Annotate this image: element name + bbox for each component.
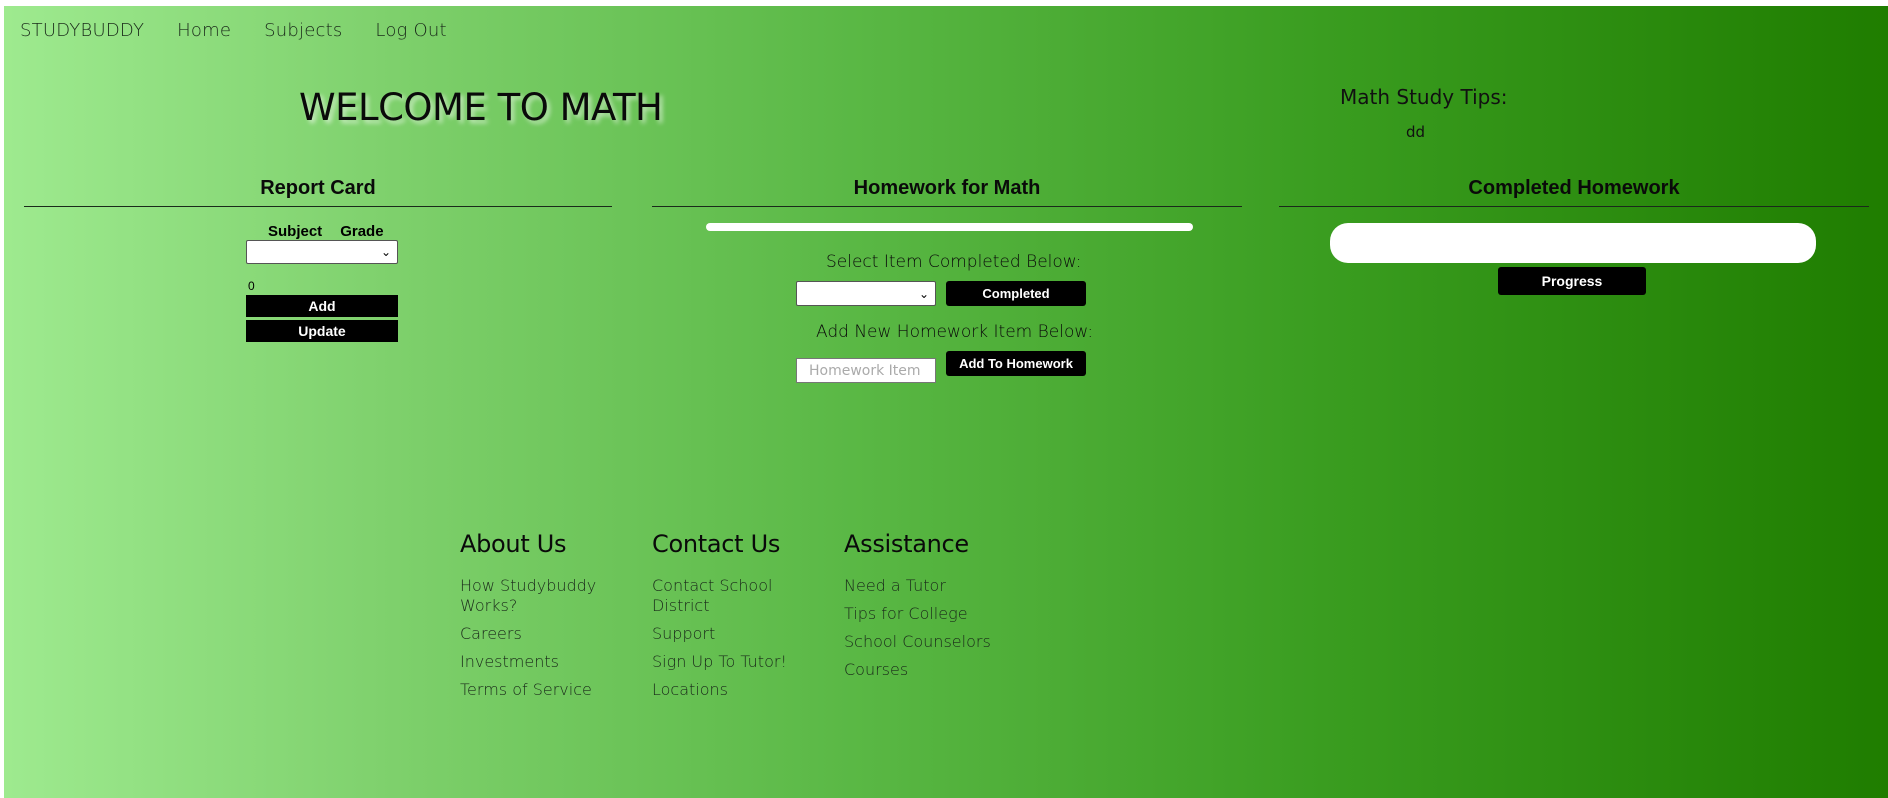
add-to-homework-button[interactable]: Add To Homework [946,351,1086,376]
study-tips-text: dd [1406,123,1426,141]
footer-link-need-tutor[interactable]: Need a Tutor [844,576,1014,596]
report-card-title: Report Card [260,177,376,199]
chevron-down-icon: ⌄ [918,286,929,301]
footer-link-sign-up-tutor[interactable]: Sign Up To Tutor! [652,652,802,672]
top-nav: STUDYBUDDY Home Subjects Log Out [20,20,447,41]
completed-divider [1279,206,1869,207]
completed-button[interactable]: Completed [946,281,1086,306]
footer-link-how-it-works[interactable]: How Studybuddy Works? [460,576,610,616]
grade-table-header: Subject Grade [268,223,384,240]
completed-homework-title: Completed Homework [1468,177,1680,199]
homework-list [706,223,1193,231]
footer-about-title: About Us [460,530,567,558]
footer-contact: Contact Us Contact School District Suppo… [652,530,802,708]
add-homework-label: Add New Homework Item Below: [816,322,1094,342]
update-grade-button[interactable]: Update [246,320,398,342]
footer-link-locations[interactable]: Locations [652,680,802,700]
chevron-down-icon: ⌄ [380,245,391,259]
footer-link-terms[interactable]: Terms of Service [460,680,610,700]
progress-button[interactable]: Progress [1498,267,1646,295]
report-card-divider [24,206,612,207]
nav-home[interactable]: Home [177,20,231,41]
footer-link-support[interactable]: Support [652,624,802,644]
homework-title: Homework for Math [853,177,1041,199]
grade-header: Grade [340,223,384,240]
select-completed-label: Select Item Completed Below: [826,252,1082,272]
brand-link[interactable]: STUDYBUDDY [20,20,144,41]
footer-link-careers[interactable]: Careers [460,624,610,644]
footer-link-investments[interactable]: Investments [460,652,610,672]
page-title: WELCOME TO MATH [299,86,663,129]
footer-link-courses[interactable]: Courses [844,660,1014,680]
footer-about: About Us How Studybuddy Works? Careers I… [460,530,610,708]
nav-subjects[interactable]: Subjects [264,20,342,41]
subject-select[interactable]: ⌄ [246,240,398,264]
study-tips-title: Math Study Tips: [1340,85,1508,109]
footer-link-counselors[interactable]: School Counselors [844,632,1014,652]
homework-select[interactable]: ⌄ [796,281,936,306]
homework-item-input[interactable] [796,358,936,383]
subject-header: Subject [268,223,323,240]
footer-link-tips-college[interactable]: Tips for College [844,604,1014,624]
completed-homework-list [1330,223,1816,263]
footer-link-contact-district[interactable]: Contact School District [652,576,802,616]
grade-field[interactable] [246,276,398,296]
footer-assistance-title: Assistance [844,530,969,558]
nav-logout[interactable]: Log Out [375,20,446,41]
footer-assistance: Assistance Need a Tutor Tips for College… [844,530,1014,688]
add-grade-button[interactable]: Add [246,295,398,317]
footer-contact-title: Contact Us [652,530,781,558]
page-background: STUDYBUDDY Home Subjects Log Out WELCOME… [4,6,1888,798]
homework-divider [652,206,1242,207]
